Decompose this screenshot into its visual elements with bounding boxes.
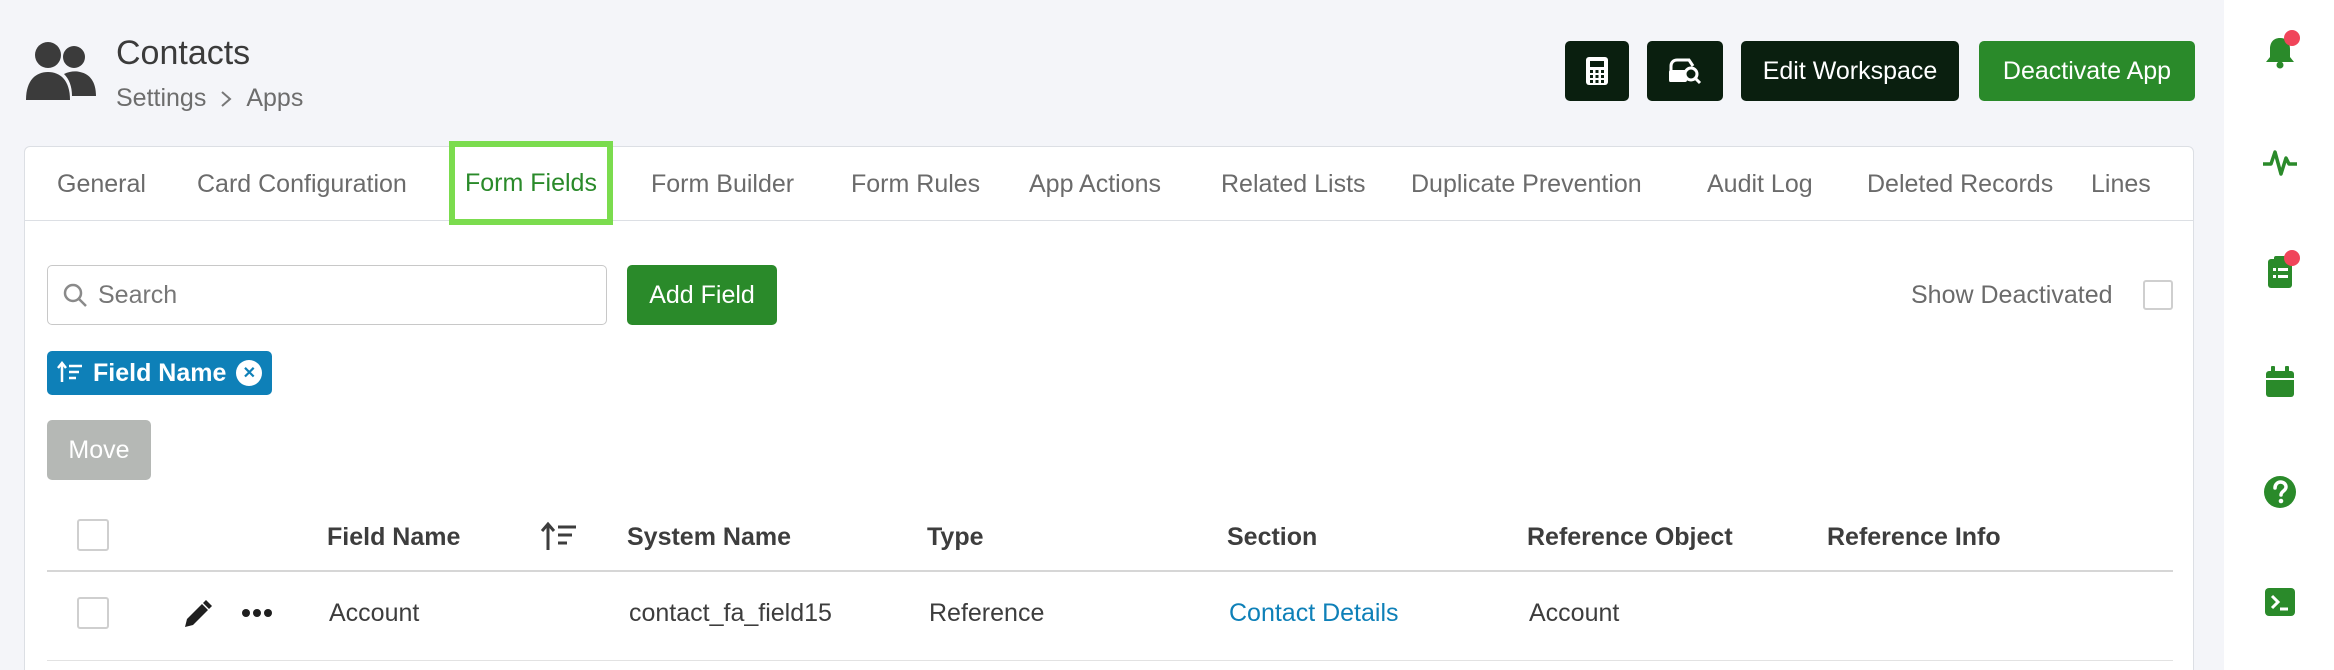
contacts-icon (26, 42, 96, 100)
main-area: Contacts Settings Apps Edit Workspace De… (0, 0, 2224, 670)
table-row-divider (47, 660, 2173, 661)
show-deactivated-checkbox[interactable] (2143, 280, 2173, 310)
tab-form-builder[interactable]: Form Builder (651, 147, 794, 221)
help-icon[interactable] (2262, 474, 2298, 510)
tab-form-rules[interactable]: Form Rules (851, 147, 980, 221)
tab-bar: General Card Configuration Form Fields F… (25, 141, 2193, 225)
tab-general[interactable]: General (57, 147, 146, 221)
tab-lines[interactable]: Lines (2091, 147, 2151, 221)
column-header-reference-info[interactable]: Reference Info (1827, 523, 2001, 552)
chevron-right-icon (221, 90, 232, 107)
column-header-field-name[interactable]: Field Name (327, 523, 460, 552)
row-checkbox[interactable] (77, 597, 109, 629)
deactivate-app-button[interactable]: Deactivate App (1979, 41, 2195, 101)
breadcrumb-settings[interactable]: Settings (116, 84, 206, 113)
table-header-divider (47, 570, 2173, 572)
tab-audit-log[interactable]: Audit Log (1707, 147, 1813, 221)
edit-workspace-button[interactable]: Edit Workspace (1741, 41, 1959, 101)
column-header-system-name[interactable]: System Name (627, 523, 791, 552)
add-field-button[interactable]: Add Field (627, 265, 777, 325)
sort-chip-label: Field Name (93, 358, 227, 387)
column-header-type[interactable]: Type (927, 523, 984, 552)
tasks-badge (2284, 250, 2300, 266)
move-button[interactable]: Move (47, 420, 151, 480)
page-title: Contacts (116, 34, 251, 72)
form-fields-card: General Card Configuration Form Fields F… (24, 141, 2194, 670)
sort-chip[interactable]: Field Name ✕ (47, 351, 273, 395)
search-field[interactable] (47, 265, 607, 325)
more-options-icon[interactable] (241, 607, 273, 619)
cell-reference-object: Account (1529, 599, 1620, 627)
column-header-reference-object[interactable]: Reference Object (1527, 523, 1733, 552)
activity-icon[interactable] (2262, 144, 2298, 180)
cell-type: Reference (929, 599, 1045, 627)
tab-related-lists[interactable]: Related Lists (1221, 147, 1366, 221)
terminal-icon[interactable] (2262, 584, 2298, 620)
cell-section-link[interactable]: Contact Details (1229, 599, 1399, 628)
search-icon (63, 283, 87, 307)
tab-app-actions[interactable]: App Actions (1029, 147, 1161, 221)
column-header-section[interactable]: Section (1227, 523, 1317, 552)
breadcrumb-apps[interactable]: Apps (246, 84, 303, 113)
notification-badge (2284, 30, 2300, 46)
cell-system-name: contact_fa_field15 (629, 599, 832, 627)
select-all-checkbox[interactable] (77, 519, 109, 551)
sort-ascending-icon[interactable] (541, 521, 577, 553)
right-sidebar (2224, 0, 2334, 670)
tab-card-configuration[interactable]: Card Configuration (197, 147, 407, 221)
search-records-icon (1669, 58, 1702, 85)
search-input[interactable] (98, 280, 578, 310)
calculator-button[interactable] (1565, 41, 1629, 101)
show-deactivated-label: Show Deactivated (1911, 281, 2113, 309)
tab-duplicate-prevention[interactable]: Duplicate Prevention (1411, 147, 1642, 221)
tab-deleted-records[interactable]: Deleted Records (1867, 147, 2053, 221)
cell-field-name: Account (329, 599, 420, 627)
sort-ascending-icon (57, 361, 82, 382)
edit-pencil-icon[interactable] (181, 599, 213, 631)
remove-sort-icon[interactable]: ✕ (236, 360, 263, 386)
search-records-button[interactable] (1647, 41, 1723, 101)
breadcrumb: Settings Apps (116, 84, 303, 113)
calendar-icon[interactable] (2262, 364, 2298, 400)
tab-form-fields[interactable]: Form Fields (449, 141, 613, 225)
calculator-icon (1586, 57, 1608, 85)
